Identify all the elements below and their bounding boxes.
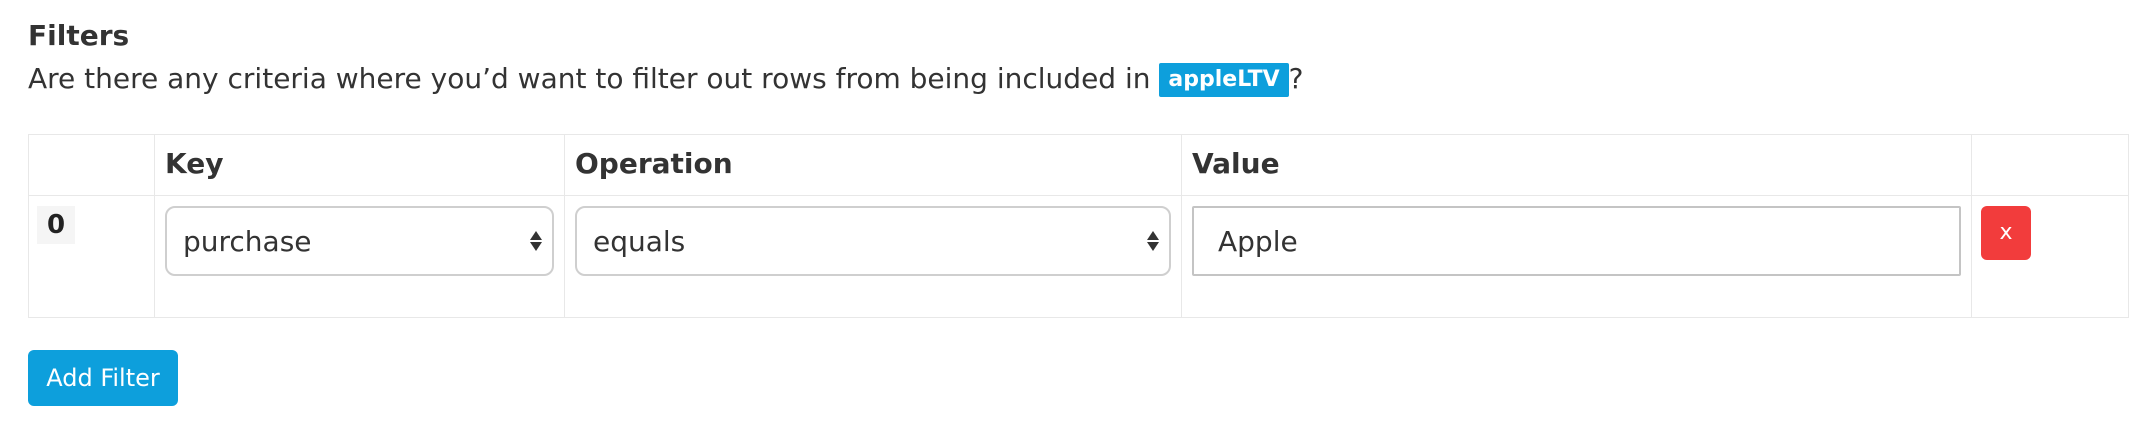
key-select[interactable]: purchase [165,206,554,276]
value-input[interactable] [1192,206,1961,276]
table-header-row: Key Operation Value [28,134,2129,196]
table-row: 0 purchase equals x [28,195,2129,318]
value-cell [1181,195,1972,318]
row-index: 0 [37,206,76,244]
value-column-header: Value [1181,134,1972,196]
operation-cell: equals [564,195,1182,318]
description-text: Are there any criteria where you’d want … [28,62,1160,95]
actions-column-header [1971,134,2129,196]
section-title: Filters [28,19,130,52]
index-column-header [28,134,155,196]
select-arrows-icon [1147,231,1159,251]
operation-select-value: equals [593,224,686,258]
filters-section: Filters Are there any criteria where you… [28,16,2128,102]
add-filter-button[interactable]: Add Filter [28,350,178,406]
actions-cell: x [1971,195,2129,318]
operation-select[interactable]: equals [575,206,1171,276]
select-arrows-icon [530,231,542,251]
dataset-badge: appleLTV [1159,63,1289,97]
index-cell: 0 [28,195,155,318]
key-cell: purchase [154,195,565,318]
operation-column-header: Operation [564,134,1182,196]
key-select-value: purchase [183,224,312,258]
filters-table: Key Operation Value 0 purchase equals Ap… [28,134,2129,318]
section-description: Are there any criteria where you’d want … [28,56,2128,102]
remove-filter-button[interactable]: x [1981,206,2031,260]
key-column-header: Key [154,134,565,196]
description-suffix: ? [1288,62,1304,95]
